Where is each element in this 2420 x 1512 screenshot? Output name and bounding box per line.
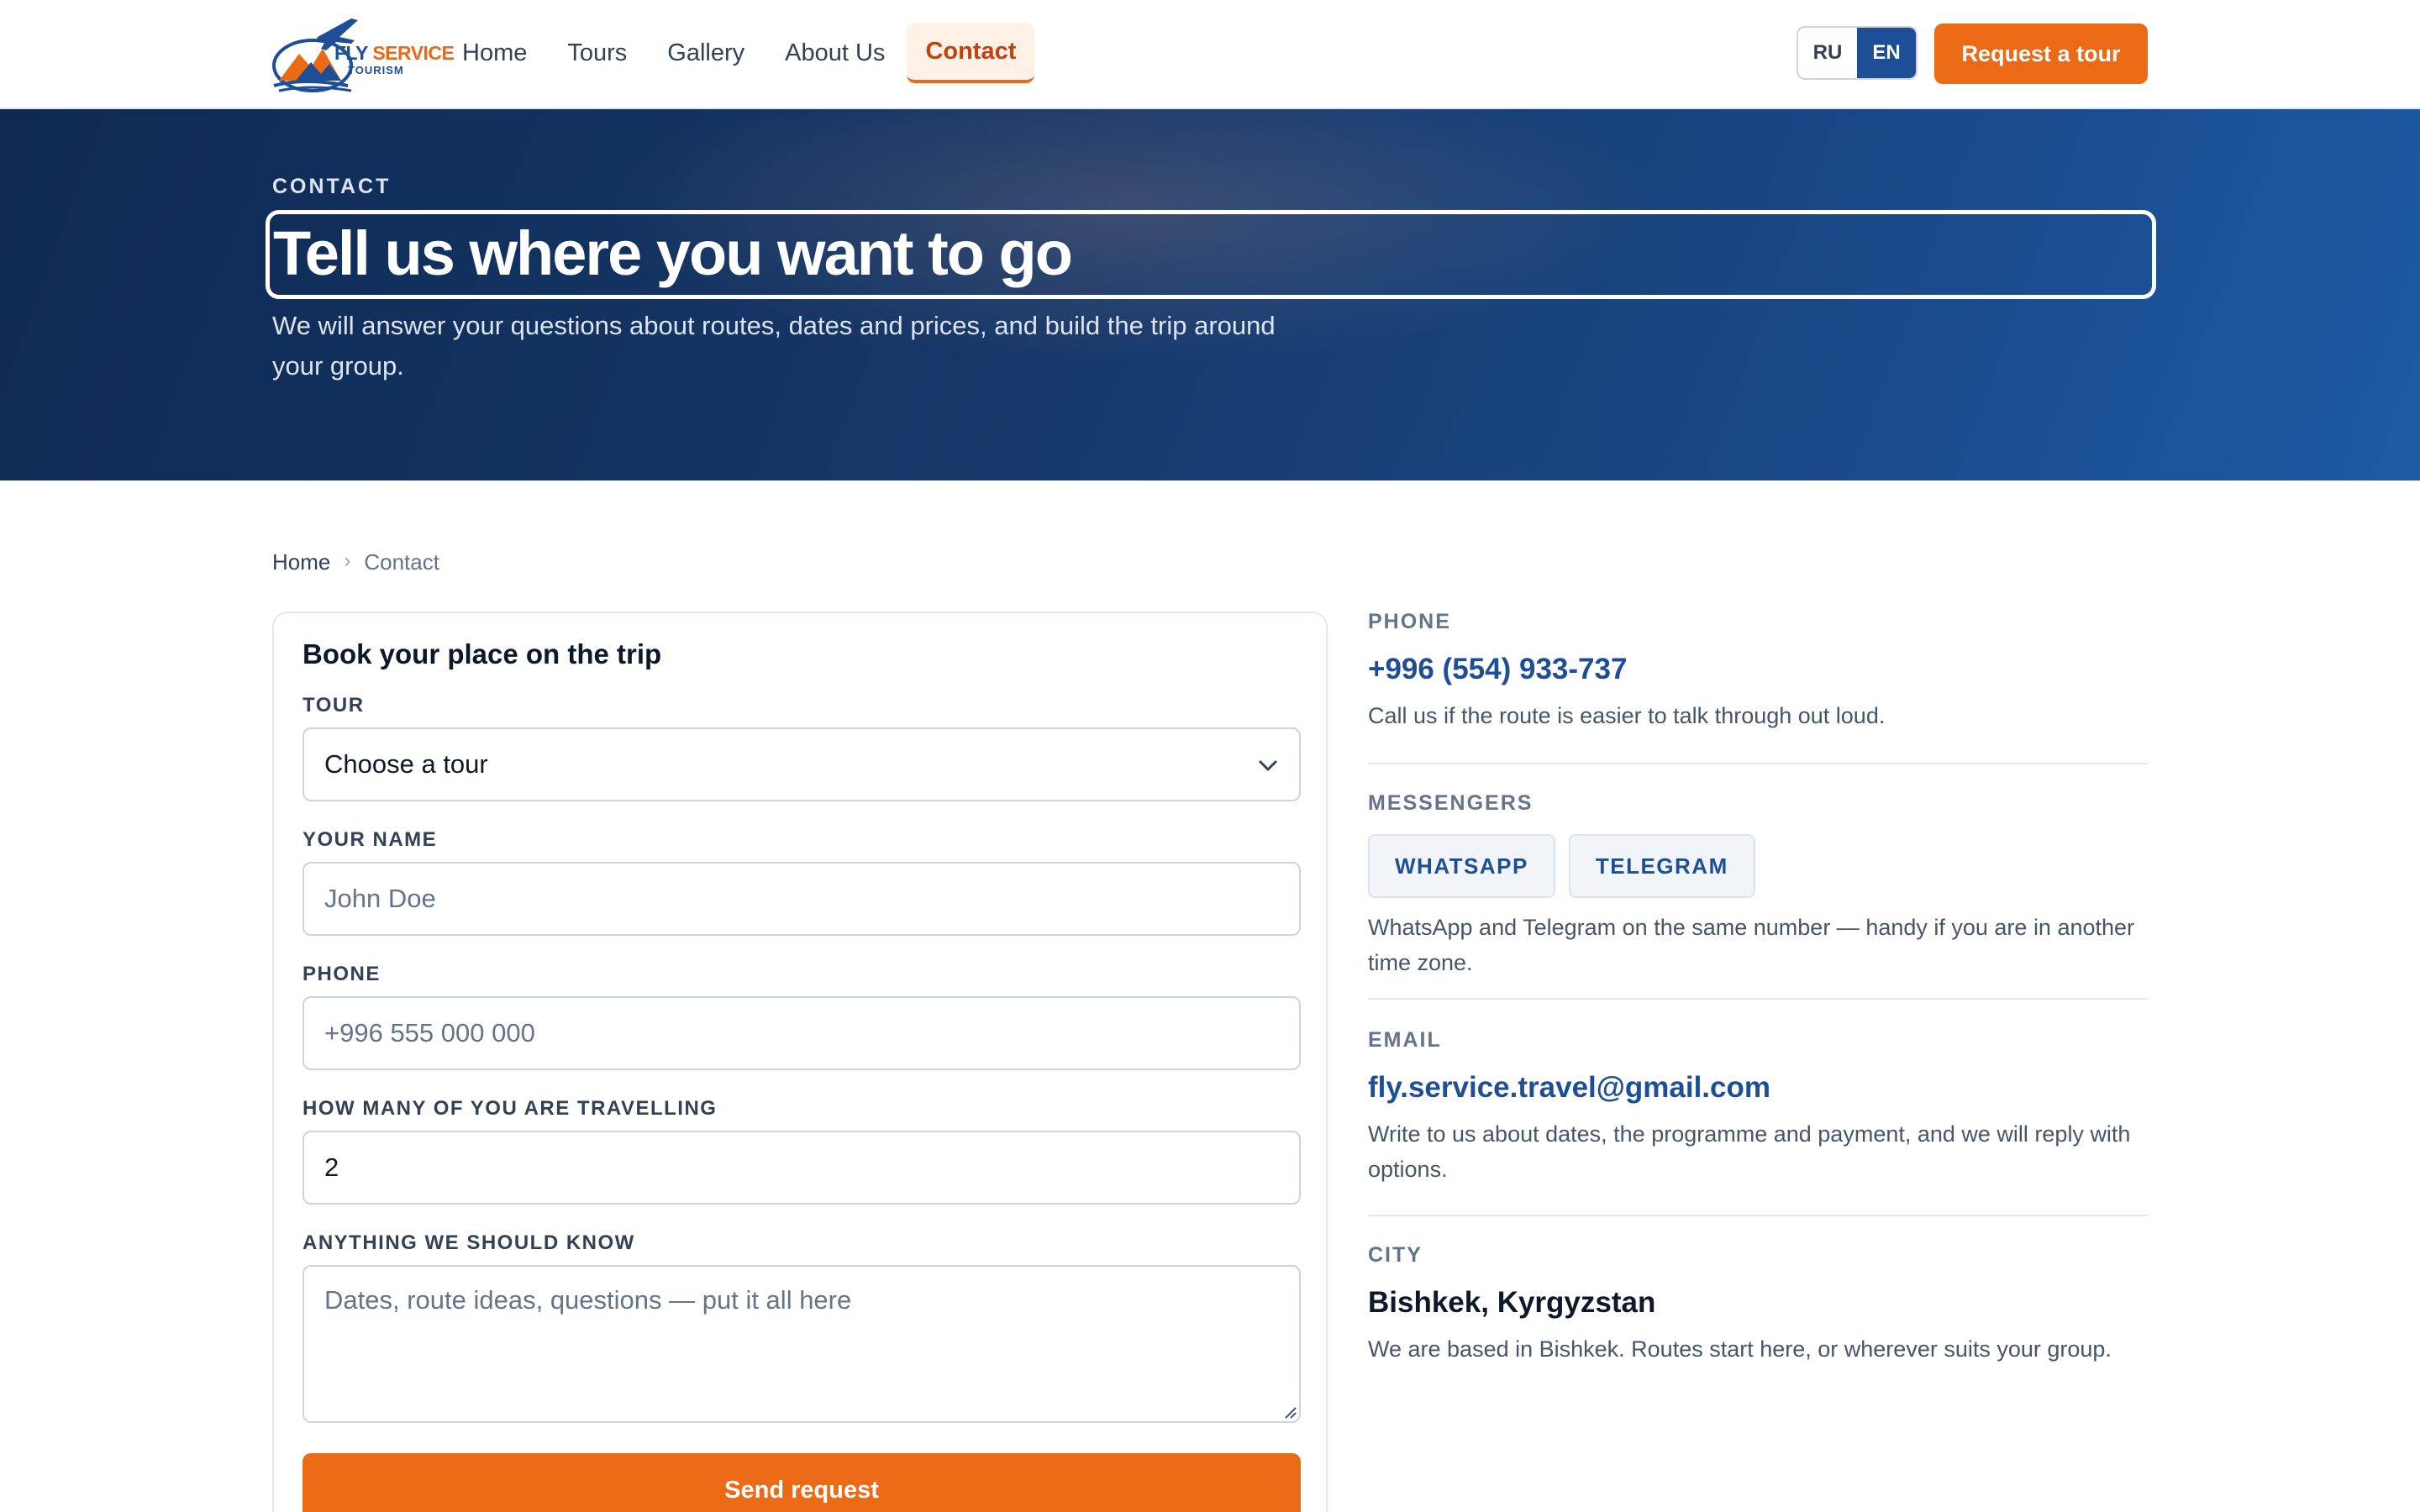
email-label: EMAIL [1368,1028,1442,1052]
brand-tagline: TOURISM [348,64,404,76]
nav-contact[interactable]: Contact [907,23,1035,83]
notes-label: ANYTHING WE SHOULD KNOW [302,1231,635,1254]
resize-grip-icon[interactable] [1282,1404,1297,1420]
travellers-label: HOW MANY OF YOU ARE TRAVELLING [302,1097,718,1120]
city-label: CITY [1368,1243,1423,1267]
email-link[interactable]: fly.service.travel@gmail.com [1368,1071,2148,1105]
nav-gallery[interactable]: Gallery [649,23,763,83]
brand-logo[interactable]: FLY SERVICE TOURISM [271,15,455,94]
brand-name: FLY SERVICE [334,42,455,64]
divider [1368,1215,2148,1216]
notes-textarea[interactable] [302,1265,1301,1423]
city-description: We are based in Bishkek. Routes start he… [1368,1336,2112,1362]
phone-input[interactable] [302,996,1301,1070]
breadcrumb-separator-icon: › [344,549,351,572]
send-request-button[interactable]: Send request [302,1453,1301,1512]
breadcrumb: Home › Contact [272,549,439,575]
lang-ru-button[interactable]: RU [1798,28,1857,78]
contact-city-block: CITY Bishkek, Kyrgyzstan We are based in… [1368,1243,2148,1367]
messengers-description: WhatsApp and Telegram on the same number… [1368,915,2135,975]
chevron-down-icon [1259,760,1277,771]
form-title: Book your place on the trip [302,638,662,669]
request-tour-button[interactable]: Request a tour [1934,24,2148,84]
breadcrumb-current: Contact [364,549,439,575]
hero-subtitle: We will answer your questions about rout… [272,311,1276,381]
phone-description: Call us if the route is easier to talk t… [1368,703,1886,728]
telegram-button[interactable]: TELEGRAM [1568,834,1755,898]
main-nav: Home Tours Gallery About Us Contact [444,23,1035,83]
phone-info-label: PHONE [1368,610,1451,633]
whatsapp-button[interactable]: WHATSAPP [1368,834,1555,898]
divider [1368,998,2148,1000]
breadcrumb-home-link[interactable]: Home [272,549,330,575]
hero-banner: CONTACT Tell us where you want to go We … [0,109,2420,480]
contact-messengers-block: MESSENGERS WHATSAPP TELEGRAM WhatsApp an… [1368,791,2148,980]
travellers-input[interactable] [302,1131,1301,1205]
messengers-label: MESSENGERS [1368,791,1534,815]
city-value: Bishkek, Kyrgyzstan [1368,1286,1656,1319]
booking-form-card: Book your place on the trip TOUR Choose … [272,612,1328,1512]
top-navigation-bar: FLY SERVICE TOURISM Home Tours Gallery A… [0,0,2420,109]
lang-en-button[interactable]: EN [1857,28,1916,78]
tour-select-value: Choose a tour [324,749,488,779]
divider [1368,763,2148,764]
phone-label: PHONE [302,963,381,985]
nav-tours[interactable]: Tours [549,23,645,83]
messenger-buttons: WHATSAPP TELEGRAM [1368,834,2148,898]
name-input[interactable] [302,862,1301,936]
tour-label: TOUR [302,694,365,717]
tour-select[interactable]: Choose a tour [302,727,1301,801]
phone-link[interactable]: +996 (554) 933-737 [1368,653,2148,686]
contact-phone-block: PHONE +996 (554) 933-737 Call us if the … [1368,610,2148,733]
language-switcher: RU EN [1797,26,1918,80]
contact-email-block: EMAIL fly.service.travel@gmail.com Write… [1368,1028,2148,1187]
hero-eyebrow: CONTACT [272,175,392,198]
nav-home[interactable]: Home [444,23,545,83]
page-title: Tell us where you want to go [273,218,1073,288]
email-description: Write to us about dates, the programme a… [1368,1121,2131,1182]
name-label: YOUR NAME [302,828,438,851]
nav-about-us[interactable]: About Us [766,23,903,83]
